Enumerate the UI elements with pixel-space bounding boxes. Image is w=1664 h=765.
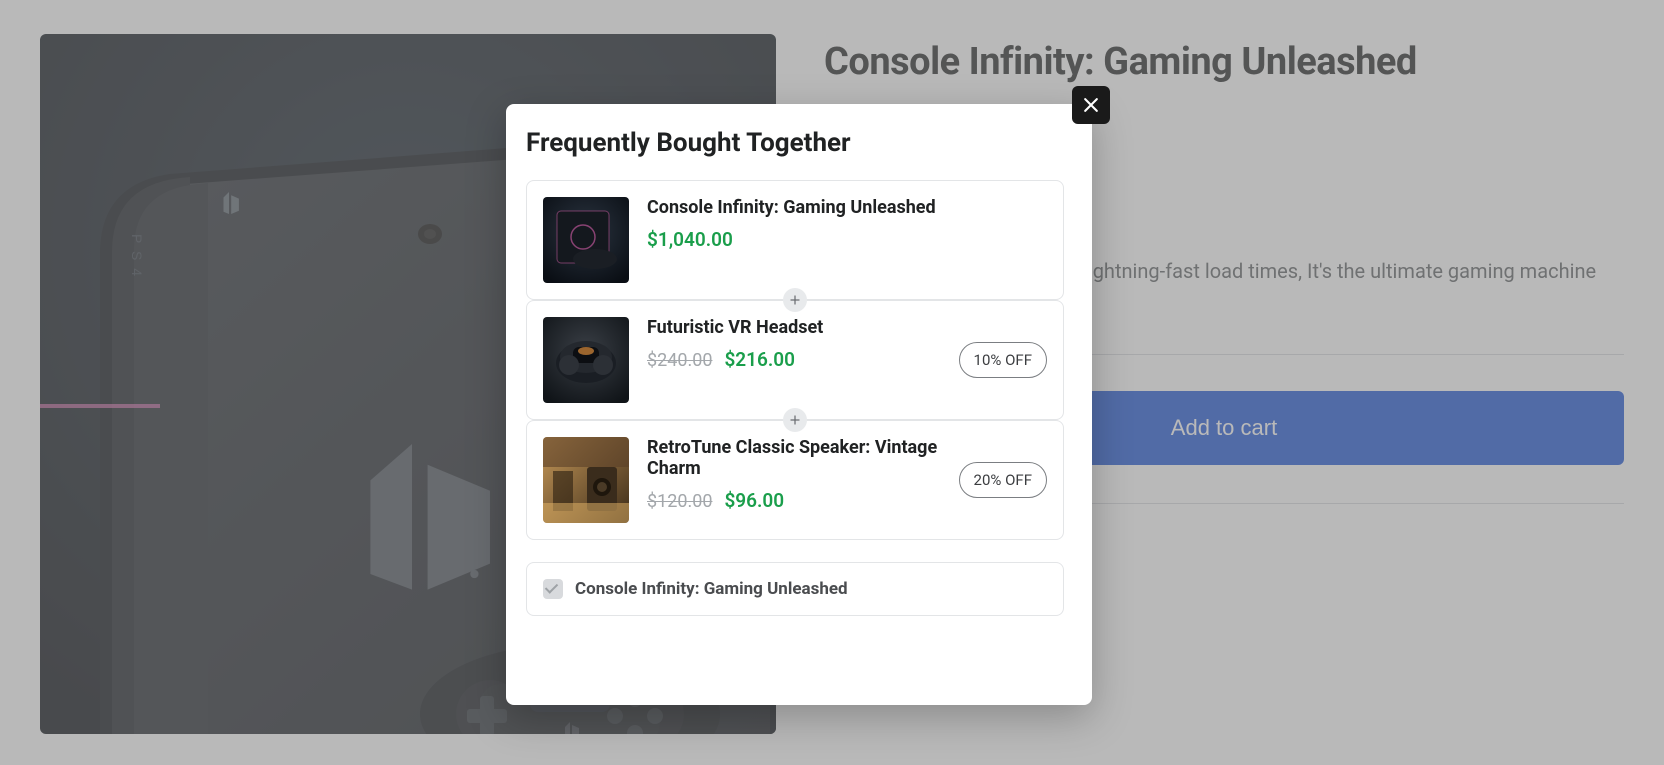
fbt-item-thumbnail [543, 437, 629, 523]
fbt-item-price: $216.00 [724, 348, 795, 371]
fbt-modal: Frequently Bought Together Console Infin… [506, 104, 1092, 705]
fbt-checklist-label: Console Infinity: Gaming Unleashed [575, 579, 848, 599]
plus-icon [783, 288, 807, 312]
modal-scroll-area[interactable]: Console Infinity: Gaming Unleashed $1,04… [526, 180, 1072, 685]
fbt-connector [526, 408, 1064, 432]
close-icon [1081, 95, 1101, 115]
modal-title: Frequently Bought Together [526, 128, 1072, 158]
fbt-item-price: $1,040.00 [647, 228, 733, 251]
fbt-item-title: RetroTune Classic Speaker: Vintage Charm [647, 437, 941, 479]
fbt-item-title: Futuristic VR Headset [647, 317, 941, 338]
fbt-item-discount-badge: 20% OFF [959, 462, 1047, 498]
fbt-checklist-row[interactable]: Console Infinity: Gaming Unleashed [543, 579, 1047, 599]
fbt-item-thumbnail [543, 317, 629, 403]
fbt-item: Futuristic VR Headset $240.00 $216.00 10… [526, 300, 1064, 420]
fbt-item-thumbnail [543, 197, 629, 283]
fbt-item-discount-badge: 10% OFF [959, 342, 1047, 378]
fbt-item-title: Console Infinity: Gaming Unleashed [647, 197, 1047, 218]
fbt-item-strike-price: $120.00 [647, 491, 712, 512]
plus-icon [783, 408, 807, 432]
close-button[interactable] [1072, 86, 1110, 124]
fbt-item-price: $96.00 [724, 489, 784, 512]
fbt-item: RetroTune Classic Speaker: Vintage Charm… [526, 420, 1064, 540]
fbt-checklist: Console Infinity: Gaming Unleashed [526, 562, 1064, 616]
fbt-connector [526, 288, 1064, 312]
fbt-item: Console Infinity: Gaming Unleashed $1,04… [526, 180, 1064, 300]
fbt-item-strike-price: $240.00 [647, 350, 712, 371]
checkbox-checked-icon[interactable] [543, 579, 563, 599]
